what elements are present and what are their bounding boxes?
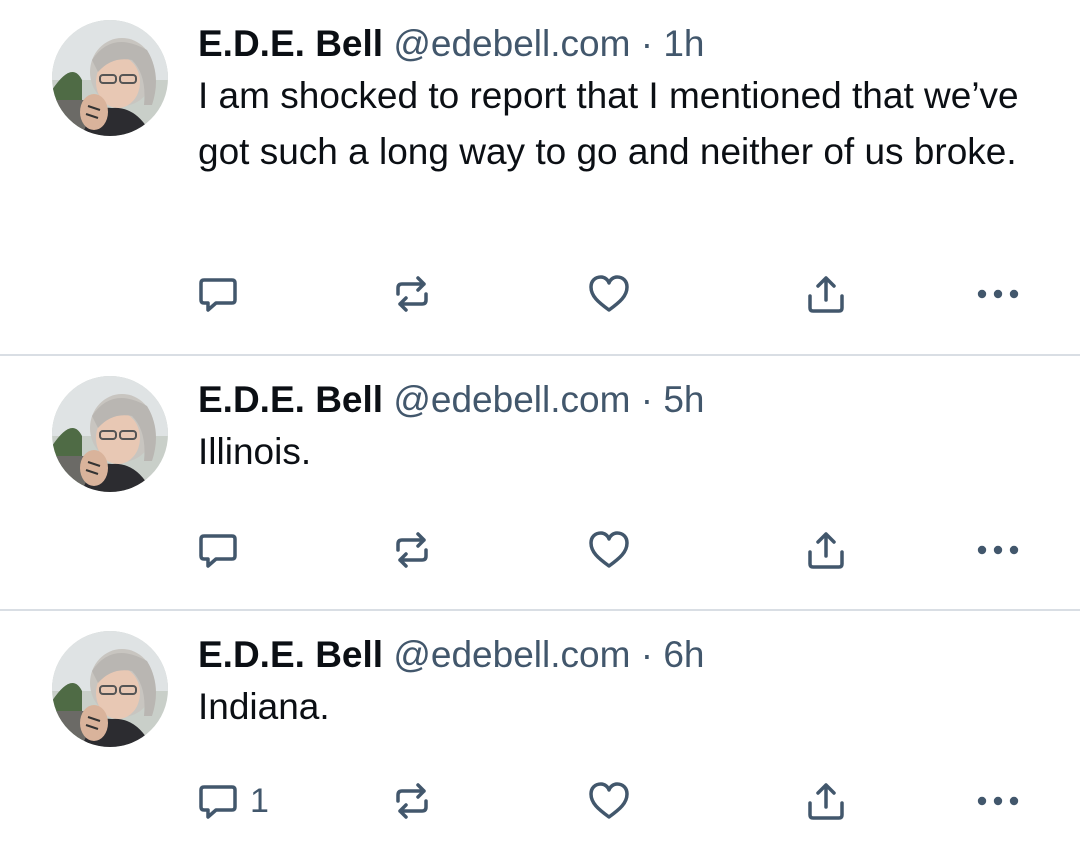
- post-text: Indiana.: [198, 686, 330, 727]
- reply-button[interactable]: [196, 526, 250, 574]
- author-name[interactable]: E.D.E. Bell: [198, 23, 383, 64]
- repost-button[interactable]: [390, 777, 434, 825]
- repost-icon: [396, 276, 428, 312]
- share-icon: [808, 783, 844, 820]
- author-name[interactable]: E.D.E. Bell: [198, 634, 383, 675]
- avatar[interactable]: [52, 376, 168, 492]
- post-content: E.D.E. Bell @edebell.com · 1h I am shock…: [198, 20, 1040, 180]
- author-handle[interactable]: @edebell.com: [393, 634, 630, 675]
- author-name[interactable]: E.D.E. Bell: [198, 379, 383, 420]
- post[interactable]: E.D.E. Bell @edebell.com · 1h I am shock…: [0, 0, 1080, 355]
- post-text: I am shocked to report that I mentioned …: [198, 75, 1019, 172]
- post-actions: [192, 270, 1042, 318]
- like-button[interactable]: [586, 270, 632, 318]
- repost-icon: [396, 532, 428, 568]
- post-content: E.D.E. Bell @edebell.com · 5h Illinois.: [198, 376, 1040, 480]
- post-text: Illinois.: [198, 431, 312, 472]
- share-button[interactable]: [804, 777, 848, 825]
- post-actions: [192, 526, 1042, 574]
- avatar[interactable]: [52, 631, 168, 747]
- post-time[interactable]: 6h: [663, 634, 704, 675]
- share-button[interactable]: [804, 270, 848, 318]
- author-handle[interactable]: @edebell.com: [393, 379, 630, 420]
- post-time[interactable]: 5h: [663, 379, 704, 420]
- heart-icon: [589, 531, 629, 568]
- more-options-button[interactable]: [974, 777, 1022, 825]
- more-icon: [977, 545, 1019, 555]
- like-button[interactable]: [586, 777, 632, 825]
- post-header: E.D.E. Bell @edebell.com · 1h: [198, 20, 1040, 68]
- like-button[interactable]: [586, 526, 632, 574]
- heart-icon: [589, 275, 629, 312]
- reply-icon: [199, 785, 237, 819]
- avatar-image: [52, 376, 168, 492]
- avatar[interactable]: [52, 20, 168, 136]
- separator-dot: ·: [640, 634, 654, 675]
- reply-icon: [199, 278, 237, 312]
- more-options-button[interactable]: [974, 270, 1022, 318]
- avatar-image: [52, 20, 168, 136]
- post-actions: 1: [192, 777, 1042, 825]
- share-icon: [808, 532, 844, 569]
- share-button[interactable]: [804, 526, 848, 574]
- share-icon: [808, 276, 844, 313]
- more-options-button[interactable]: [974, 526, 1022, 574]
- reply-count: 1: [250, 782, 269, 820]
- separator-dot: ·: [640, 23, 654, 64]
- more-icon: [977, 796, 1019, 806]
- repost-button[interactable]: [390, 270, 434, 318]
- post-content: E.D.E. Bell @edebell.com · 6h Indiana.: [198, 631, 1040, 735]
- more-icon: [977, 289, 1019, 299]
- separator-dot: ·: [640, 379, 654, 420]
- repost-button[interactable]: [390, 526, 434, 574]
- heart-icon: [589, 782, 629, 819]
- post[interactable]: E.D.E. Bell @edebell.com · 6h Indiana. 1: [0, 611, 1080, 857]
- post-feed: E.D.E. Bell @edebell.com · 1h I am shock…: [0, 0, 1080, 857]
- post-time[interactable]: 1h: [663, 23, 704, 64]
- reply-icon: [199, 534, 237, 568]
- post[interactable]: E.D.E. Bell @edebell.com · 5h Illinois.: [0, 356, 1080, 610]
- author-handle[interactable]: @edebell.com: [393, 23, 630, 64]
- post-header: E.D.E. Bell @edebell.com · 6h: [198, 631, 1040, 679]
- reply-button[interactable]: 1: [196, 777, 269, 825]
- reply-button[interactable]: [196, 270, 250, 318]
- post-header: E.D.E. Bell @edebell.com · 5h: [198, 376, 1040, 424]
- repost-icon: [396, 783, 428, 819]
- avatar-image: [52, 631, 168, 747]
